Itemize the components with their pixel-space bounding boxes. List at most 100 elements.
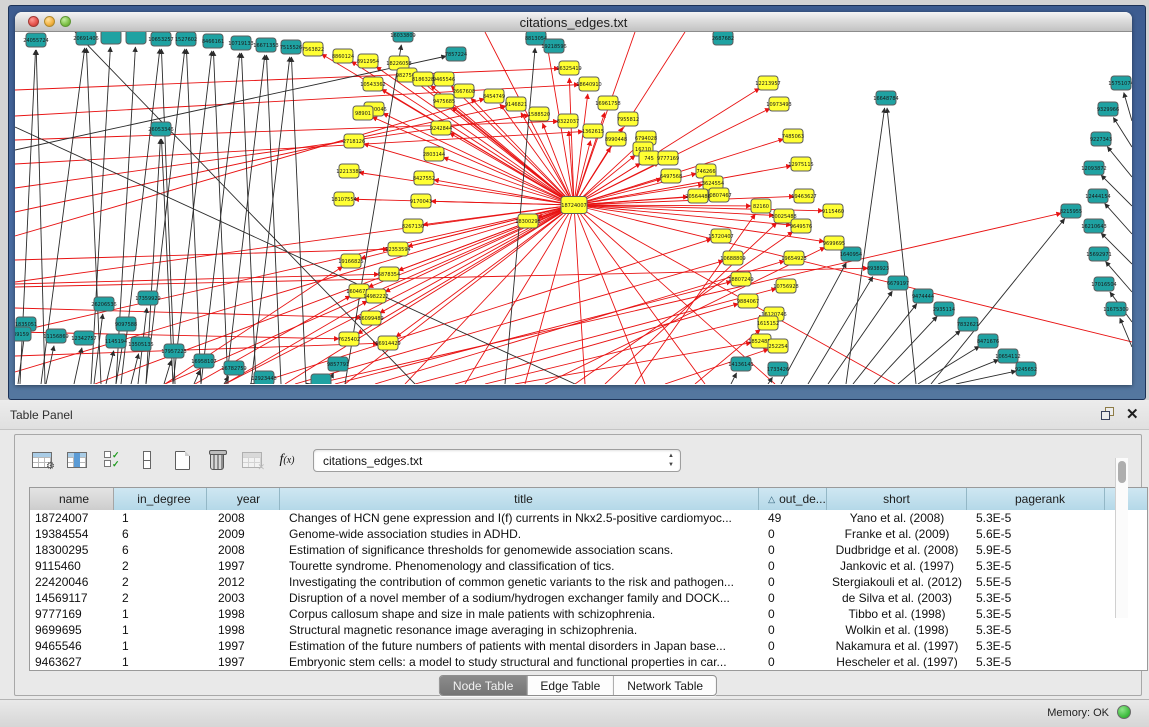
table-row[interactable]: 946554611997Estimation of the future num…: [30, 638, 1147, 654]
graph-node-label: 20564486: [685, 194, 710, 200]
network-window-titlebar[interactable]: citations_edges.txt: [15, 12, 1132, 32]
table-cell: Tibbo et al. (1998): [827, 607, 967, 621]
graph-node-label: 8267130: [402, 224, 424, 230]
column-layout-button[interactable]: [134, 447, 160, 473]
graph-node[interactable]: [126, 32, 146, 44]
row-selection-button[interactable]: ✓✓: [99, 447, 125, 473]
graph-node-label: 12444154: [1085, 194, 1110, 200]
table-cell: Structural magnetic resonance image aver…: [280, 623, 759, 637]
graph-edge: [574, 141, 591, 205]
table-selector-dropdown[interactable]: citations_edges.txt ▲▼: [313, 449, 681, 472]
graph-edge: [808, 277, 873, 384]
graph-edge: [1120, 318, 1132, 347]
table-panel-box: ⚙ ✓✓ ✕ f(x) citation: [14, 434, 1142, 696]
tab-edge-table[interactable]: Edge Table: [527, 676, 614, 695]
column-header-year[interactable]: year: [207, 488, 280, 510]
column-header-in_degree[interactable]: in_degree: [114, 488, 207, 510]
graph-node-label: 9146821: [505, 102, 527, 108]
graph-node-label: 3624554: [702, 181, 724, 187]
float-window-icon[interactable]: [1101, 407, 1115, 421]
graph-node[interactable]: [101, 32, 121, 44]
table-row[interactable]: 1830029562008Estimation of significance …: [30, 542, 1147, 558]
table-options-button[interactable]: ⚙: [29, 447, 55, 473]
memory-ok-indicator[interactable]: [1117, 705, 1131, 719]
graph-node-label: 9649576: [790, 224, 812, 230]
table-cell: 1998: [207, 623, 280, 637]
table-selector-value: citations_edges.txt: [323, 454, 422, 468]
graph-node-label: 12353594: [385, 247, 410, 253]
tab-node-table[interactable]: Node Table: [440, 676, 528, 695]
graph-edge: [1107, 147, 1132, 177]
table-cell: 0: [759, 591, 827, 605]
tab-network-table[interactable]: Network Table: [614, 676, 716, 695]
table-row[interactable]: 946362711997Embryonic stem cells: a mode…: [30, 654, 1147, 670]
table-row[interactable]: 969969511998Structural magnetic resonanc…: [30, 622, 1147, 638]
function-builder-button[interactable]: f(x): [274, 447, 300, 473]
graph-node-label: 10719133: [228, 41, 253, 47]
table-panel-body: ⚙ ✓✓ ✕ f(x) citation: [0, 430, 1149, 699]
column-header-pagerank[interactable]: pagerank: [967, 488, 1105, 510]
column-header-name[interactable]: name: [30, 488, 114, 510]
table-cell: 0: [759, 655, 827, 669]
graph-edge: [1124, 93, 1132, 121]
network-canvas[interactable]: 2405572420691406106532571527602846616110…: [15, 32, 1132, 384]
graph-edge: [46, 346, 54, 384]
table-cell: 6: [114, 543, 207, 557]
graph-node-label: 8427552: [413, 176, 435, 182]
graph-node-label: 19463627: [791, 194, 816, 200]
graph-edge: [938, 360, 999, 384]
show-columns-icon: [67, 452, 87, 468]
close-panel-icon[interactable]: ✕: [1126, 405, 1139, 423]
graph-node-label: 8912954: [357, 59, 379, 65]
table-row[interactable]: 911546021997Tourette syndrome. Phenomeno…: [30, 558, 1147, 574]
table-row[interactable]: 2242004622012Investigating the contribut…: [30, 574, 1147, 590]
graph-edge: [574, 205, 705, 384]
table-row[interactable]: 977716911998Corpus callosum shape and si…: [30, 606, 1147, 622]
table-cell: Embryonic stem cells: a model to study s…: [280, 655, 759, 669]
graph-node[interactable]: [311, 374, 331, 384]
vertical-scrollbar[interactable]: [1115, 458, 1128, 618]
table-cell: Wolkin et al. (1998): [827, 623, 967, 637]
table-cell: Investigating the contribution of common…: [280, 575, 759, 589]
table-cell: de Silva et al. (2003): [827, 591, 967, 605]
table-row[interactable]: 1456911722003Disruption of a novel membe…: [30, 590, 1147, 606]
graph-node-label: 39159: [15, 332, 29, 338]
column-header-short[interactable]: short: [827, 488, 967, 510]
checklist-icon: ✓✓: [104, 451, 120, 469]
table-cell: Franke et al. (2009): [827, 527, 967, 541]
graph-node-label: 1145194: [105, 339, 127, 345]
table-cell: 2: [114, 591, 207, 605]
graph-node-label: 8990448: [605, 137, 627, 143]
table-row[interactable]: 1872400712008Changes of HCN gene express…: [30, 510, 1147, 526]
graph-node-label: 9097588: [115, 322, 137, 328]
window-title: citations_edges.txt: [15, 15, 1132, 30]
table-cell: 9699695: [30, 623, 114, 637]
column-header-label: year: [237, 492, 260, 506]
table-row[interactable]: 1938455462009Genome-wide association stu…: [30, 526, 1147, 542]
graph-node-label: 18107554: [331, 197, 356, 203]
graph-node-label: 8471676: [977, 339, 999, 345]
table-cell: 1: [114, 511, 207, 525]
column-header-out_degree[interactable]: △out_de...: [759, 488, 827, 510]
graph-node-label: 9857791: [327, 362, 349, 368]
graph-node-label: 8215955: [1060, 209, 1082, 215]
column-header-label: short: [883, 492, 910, 506]
graph-node-label: 2718126: [343, 139, 365, 145]
column-header-title[interactable]: title: [280, 488, 759, 510]
graph-node-label: 1362615: [582, 129, 604, 135]
column-header-label: pagerank: [1015, 492, 1065, 506]
create-column-button[interactable]: [169, 447, 195, 473]
table-cell: 49: [759, 511, 827, 525]
scrollbar-thumb[interactable]: [1118, 461, 1126, 483]
table-cell: 9463627: [30, 655, 114, 669]
graph-edge: [887, 108, 916, 384]
table-cell: 9777169: [30, 607, 114, 621]
graph-node-label: 6794028: [635, 136, 657, 142]
graph-node-label: 8860124: [332, 54, 354, 60]
column-header-label: title: [514, 492, 533, 506]
graph-edge: [186, 49, 201, 384]
delete-column-button[interactable]: [204, 447, 230, 473]
show-columns-button[interactable]: [64, 447, 90, 473]
graph-node-label: 6497568: [660, 174, 682, 180]
graph-edge: [574, 205, 645, 384]
